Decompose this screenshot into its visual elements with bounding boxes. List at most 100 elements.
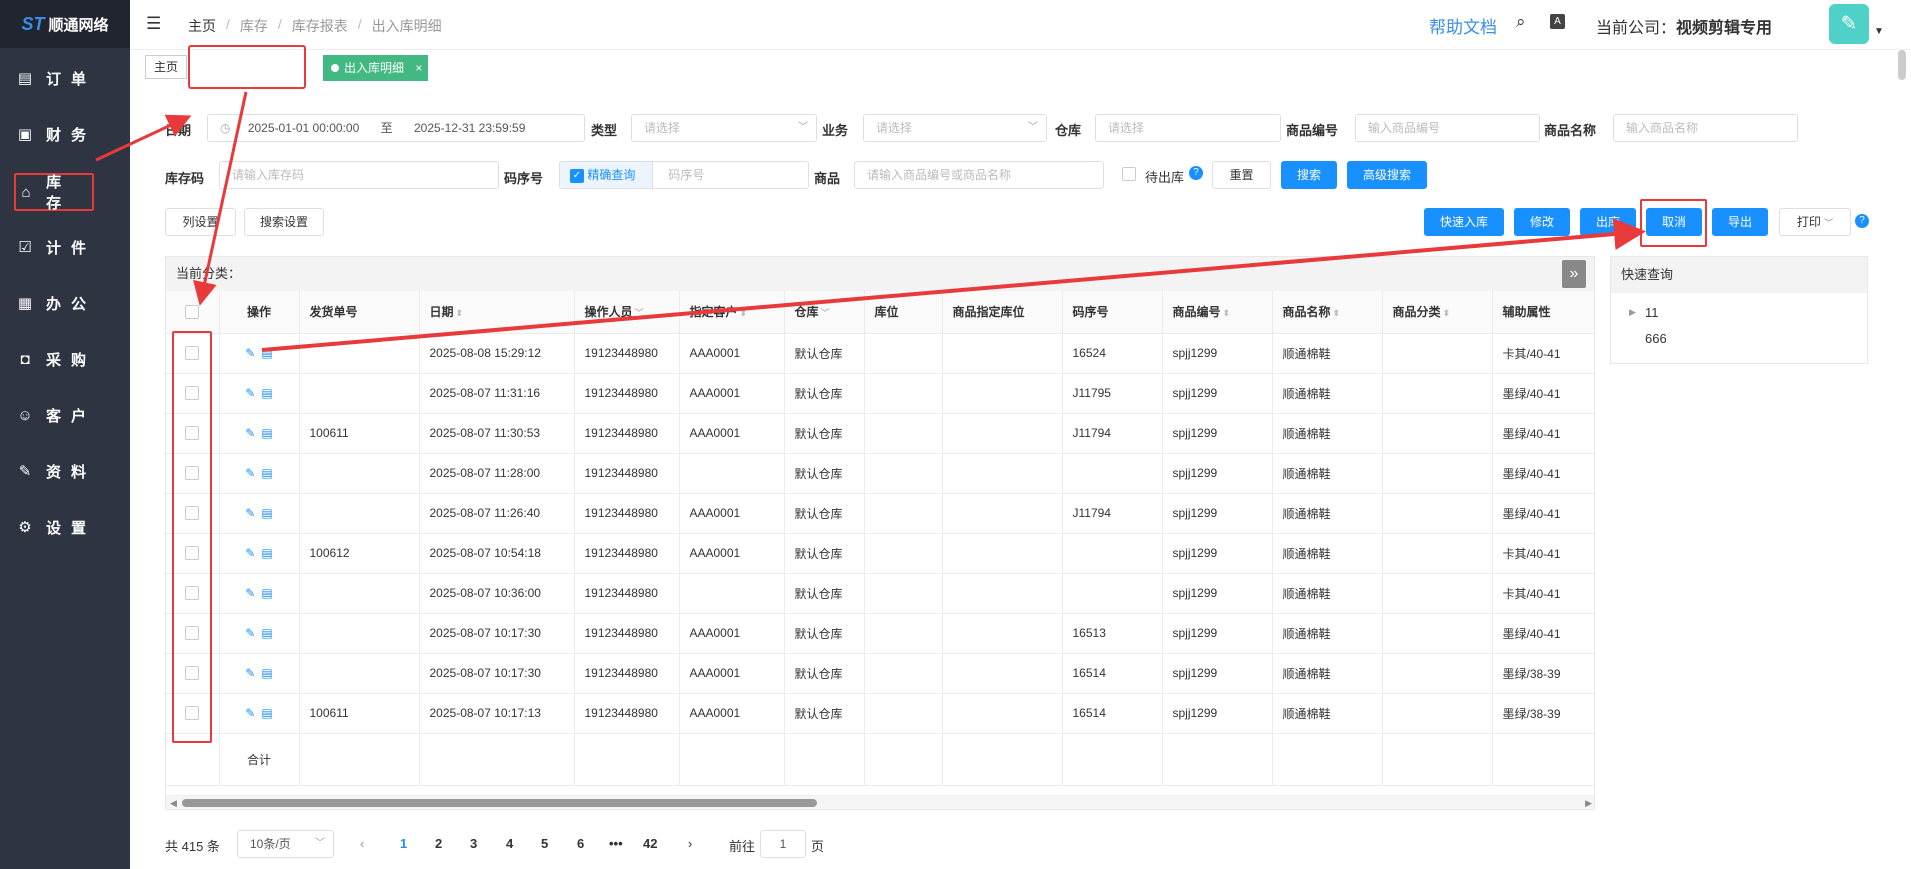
- sidebar-item-order[interactable]: ▤ 订单: [14, 59, 126, 97]
- edit-icon[interactable]: ✎: [245, 666, 255, 680]
- page-ellipsis[interactable]: •••: [609, 836, 623, 851]
- edit-icon[interactable]: ✎: [245, 586, 255, 600]
- scroll-left-icon[interactable]: ◀: [170, 796, 177, 809]
- col-header-sortable[interactable]: 商品编号 ⬍: [1162, 291, 1273, 334]
- sidebar-item-settings[interactable]: ⚙ 设置: [14, 508, 126, 546]
- edit-icon[interactable]: ✎: [245, 506, 255, 520]
- date-range-picker[interactable]: ◷ 2025-01-01 00:00:00 至 2025-12-31 23:59…: [207, 114, 585, 142]
- col-header-filter[interactable]: 仓库 ﹀: [784, 291, 865, 334]
- sidebar-item-inventory[interactable]: ⌂ 库存: [14, 173, 94, 212]
- sku-input[interactable]: 输入商品编号: [1355, 114, 1540, 142]
- page-3[interactable]: 3: [470, 836, 477, 851]
- table-row[interactable]: ✎ ▤ 2025-08-07 10:17:30 19123448980 AAA0001 默…: [166, 653, 1594, 694]
- export-button[interactable]: 导出: [1712, 208, 1768, 236]
- breadcrumb-inventory[interactable]: 库存: [240, 16, 268, 36]
- caret-right-icon[interactable]: ▶: [1629, 307, 1636, 318]
- page-4[interactable]: 4: [506, 836, 513, 851]
- warehouse-select[interactable]: 请选择: [1095, 114, 1281, 142]
- page-5[interactable]: 5: [541, 836, 548, 851]
- edit-icon[interactable]: ✎: [245, 546, 255, 560]
- document-icon[interactable]: ▤: [261, 466, 272, 480]
- page-2[interactable]: 2: [435, 836, 442, 851]
- select-all-cell[interactable]: [166, 291, 220, 334]
- print-dropdown[interactable]: 打印 ﹀: [1779, 208, 1851, 236]
- sidebar-item-finance[interactable]: ▣ 财务: [14, 115, 126, 153]
- brand-logo[interactable]: ST 顺通网络: [0, 0, 130, 48]
- table-row[interactable]: ✎ ▤ 2025-08-07 11:31:16 19123448980 AAA0001 默…: [166, 373, 1594, 414]
- avatar[interactable]: ✎: [1829, 4, 1869, 44]
- tab-inout-detail[interactable]: 出入库明细 ×: [323, 55, 428, 81]
- sort-icon[interactable]: ⬍: [456, 308, 464, 318]
- edit-icon[interactable]: ✎: [245, 426, 255, 440]
- advanced-search-button[interactable]: 高级搜索: [1347, 161, 1427, 189]
- outbound-button[interactable]: 出库: [1580, 208, 1636, 236]
- horizontal-scrollbar[interactable]: ◀ ▶: [166, 795, 1594, 809]
- document-icon[interactable]: ▤: [261, 666, 272, 680]
- document-icon[interactable]: ▤: [261, 546, 272, 560]
- search-icon[interactable]: ⌕: [1516, 12, 1526, 32]
- quick-item[interactable]: 11: [1645, 305, 1659, 320]
- col-header-sortable[interactable]: 商品分类 ⬍: [1382, 291, 1493, 334]
- sidebar-item-piecework[interactable]: ☑ 计件: [14, 228, 126, 266]
- product-search-input[interactable]: 请输入商品编号或商品名称: [854, 161, 1104, 189]
- prev-page-icon[interactable]: ‹: [360, 836, 364, 851]
- chevron-down-icon[interactable]: ﹀: [635, 308, 644, 318]
- sort-icon[interactable]: ⬍: [1443, 308, 1451, 318]
- goto-page-input[interactable]: 1: [760, 830, 806, 858]
- page-1[interactable]: 1: [400, 836, 407, 851]
- pending-checkbox[interactable]: [1122, 167, 1136, 181]
- edit-icon[interactable]: ✎: [245, 346, 255, 360]
- chevron-down-icon[interactable]: ﹀: [821, 308, 830, 318]
- document-icon[interactable]: ▤: [261, 386, 272, 400]
- document-icon[interactable]: ▤: [261, 706, 272, 720]
- sidebar-item-customer[interactable]: ☺ 客户: [14, 396, 126, 434]
- table-row[interactable]: ✎ ▤ 2025-08-07 10:17:30 19123448980 AAA0001 默…: [166, 613, 1594, 654]
- close-icon[interactable]: ×: [415, 61, 422, 75]
- business-select[interactable]: 请选择 ﹀: [863, 114, 1047, 142]
- page-last[interactable]: 42: [643, 836, 657, 851]
- help-icon[interactable]: ?: [1855, 214, 1869, 228]
- column-settings-button[interactable]: 列设置: [165, 208, 236, 236]
- product-name-input[interactable]: 输入商品名称: [1613, 114, 1798, 142]
- quick-in-button[interactable]: 快速入库: [1424, 208, 1504, 236]
- sidebar-item-purchase[interactable]: ◘ 采购: [14, 340, 126, 378]
- edit-icon[interactable]: ✎: [245, 466, 255, 480]
- expand-panel-icon[interactable]: »: [1562, 260, 1586, 288]
- edit-button[interactable]: 修改: [1514, 208, 1570, 236]
- scroll-thumb[interactable]: [182, 799, 817, 807]
- document-icon[interactable]: ▤: [261, 506, 272, 520]
- sort-icon[interactable]: ⬍: [1333, 308, 1341, 318]
- table-row[interactable]: ✎ ▤ 2025-08-07 10:36:00 19123448980 默认仓库 spjj…: [166, 573, 1594, 614]
- reset-button[interactable]: 重置: [1212, 161, 1271, 189]
- breadcrumb-home[interactable]: 主页: [188, 16, 216, 36]
- table-row[interactable]: ✎ ▤ 100611 2025-08-07 11:30:53 19123448980 AA…: [166, 413, 1594, 454]
- help-icon[interactable]: ?: [1189, 166, 1203, 180]
- date-from[interactable]: 2025-01-01 00:00:00: [248, 121, 359, 135]
- document-icon[interactable]: ▤: [261, 626, 272, 640]
- document-icon[interactable]: ▤: [261, 346, 272, 360]
- search-settings-button[interactable]: 搜索设置: [244, 208, 324, 236]
- col-header-filter[interactable]: 操作人员 ﹀: [574, 291, 680, 334]
- search-button[interactable]: 搜索: [1281, 161, 1337, 189]
- document-icon[interactable]: ▤: [261, 586, 272, 600]
- table-row[interactable]: ✎ ▤ 100611 2025-08-07 10:17:13 19123448980 AA…: [166, 693, 1594, 734]
- document-icon[interactable]: ▤: [261, 426, 272, 440]
- breadcrumb-report[interactable]: 库存报表: [292, 16, 348, 36]
- col-header-sortable[interactable]: 指定客户 ⬍: [679, 291, 785, 334]
- select-all-checkbox[interactable]: [185, 305, 200, 320]
- sidebar-item-data[interactable]: ✎ 资料: [14, 452, 126, 490]
- quick-item[interactable]: 666: [1645, 331, 1667, 346]
- table-row[interactable]: ✎ ▤ 2025-08-07 11:26:40 19123448980 AAA0001 默…: [166, 493, 1594, 534]
- col-header-sortable[interactable]: 商品名称 ⬍: [1272, 291, 1383, 334]
- type-select[interactable]: 请选择 ﹀: [631, 114, 817, 142]
- table-row[interactable]: ✎ ▤ 2025-08-07 11:28:00 19123448980 默认仓库 spjj…: [166, 453, 1594, 494]
- page-6[interactable]: 6: [577, 836, 584, 851]
- page-size-select[interactable]: 10条/页 ﹀: [237, 830, 334, 858]
- sort-icon[interactable]: ⬍: [740, 308, 748, 318]
- edit-icon[interactable]: ✎: [245, 706, 255, 720]
- edit-icon[interactable]: ✎: [245, 386, 255, 400]
- table-row[interactable]: ✎ ▤ 2025-08-08 15:29:12 19123448980 AAA0001 默…: [166, 333, 1594, 374]
- serial-input[interactable]: 码序号: [668, 168, 704, 182]
- sidebar-item-office[interactable]: ▦ 办公: [14, 284, 126, 322]
- menu-toggle-icon[interactable]: ☰: [146, 14, 161, 34]
